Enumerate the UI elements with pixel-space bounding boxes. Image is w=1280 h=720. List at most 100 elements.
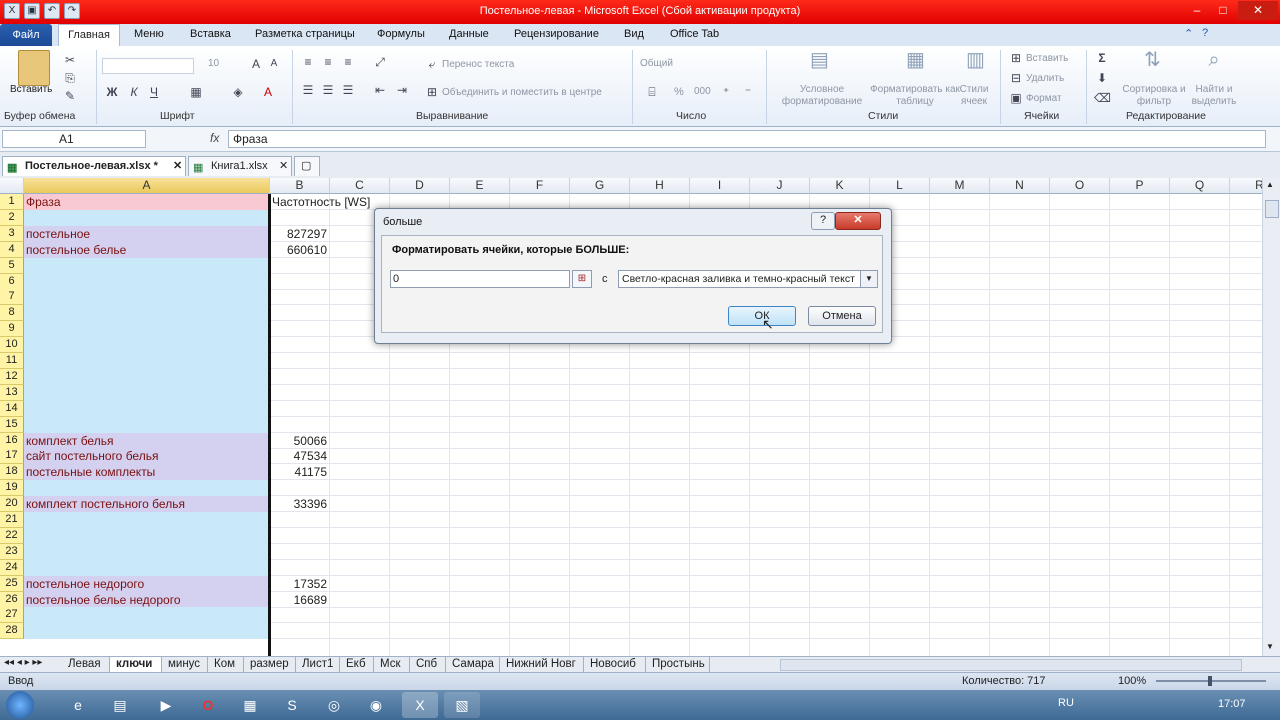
cell-a[interactable] [24,258,268,274]
cell-a[interactable] [24,353,268,369]
align-bottom-icon[interactable]: ≡ [340,54,356,70]
formula-input[interactable]: Фраза [228,130,1266,148]
row-header[interactable]: 6 [0,274,24,290]
row-header[interactable]: 4 [0,242,24,258]
cell-a[interactable]: комплект постельного белья [24,496,268,512]
decrease-indent-icon[interactable]: ⇤ [372,82,388,98]
sheet-tab[interactable]: минус [162,657,208,672]
cell-a[interactable]: постельное белье [24,242,268,258]
tab-office-tab[interactable]: Office Tab [670,28,719,40]
conditional-formatting-icon[interactable]: ▤ [810,50,829,70]
align-top-icon[interactable]: ≡ [300,54,316,70]
font-color-icon[interactable]: A [260,84,276,100]
sheet-tab[interactable]: Левая [62,657,110,672]
ribbon-minimize-icon[interactable]: ⌃ [1184,27,1193,40]
cell-a[interactable] [24,607,268,623]
cell-styles-icon[interactable]: ▥ [966,50,985,70]
row-header[interactable]: 22 [0,528,24,544]
row-header[interactable]: 21 [0,512,24,528]
cell-a[interactable] [24,528,268,544]
cell-b[interactable] [270,385,330,401]
sheet-tab[interactable]: Екб [340,657,374,672]
delete-cells-button[interactable]: Удалить [1026,73,1064,84]
cell-b[interactable] [270,401,330,417]
conditional-formatting-button[interactable]: Условное форматирование [772,84,872,108]
cell-a[interactable] [24,417,268,433]
sheet-tab[interactable]: Новосиб [584,657,646,672]
italic-button[interactable]: К [126,84,142,100]
chrome-icon[interactable]: ◎ [316,692,352,718]
column-header[interactable]: C [330,178,390,194]
underline-button[interactable]: Ч [146,84,162,100]
cell-b[interactable] [270,512,330,528]
cell-b[interactable]: 33396 [270,496,330,512]
column-header[interactable]: B [270,178,330,194]
workbook-tab-active[interactable]: ▦ Постельное-левая.xlsx * ✕ [2,156,186,176]
column-header[interactable]: L [870,178,930,194]
column-header[interactable]: M [930,178,990,194]
excel-taskbar-icon[interactable]: X [402,692,438,718]
percent-button[interactable]: % [674,86,684,98]
zoom-slider[interactable] [1156,676,1266,686]
insert-function-button[interactable]: fx [210,131,219,145]
insert-cells-icon[interactable]: ⊞ [1008,50,1024,66]
start-button[interactable] [6,691,34,719]
cell-a[interactable] [24,512,268,528]
sort-filter-icon[interactable]: ⇅ [1144,50,1161,70]
media-icon[interactable]: ▶ [148,692,184,718]
clock[interactable]: 17:07 [1218,698,1246,710]
row-header[interactable]: 27 [0,607,24,623]
cell-b[interactable]: 660610 [270,242,330,258]
grow-font-icon[interactable]: A [248,56,264,72]
sheet-tab[interactable]: размер [244,657,296,672]
cell-b[interactable]: 41175 [270,464,330,480]
cell-a[interactable] [24,321,268,337]
orientation-icon[interactable]: ⤢ [372,54,388,70]
row-header[interactable]: 16 [0,433,24,449]
row-header[interactable]: 8 [0,305,24,321]
new-tab-button[interactable]: ▢ [294,156,320,176]
row-header[interactable]: 18 [0,464,24,480]
cell-b[interactable] [270,337,330,353]
row-header[interactable]: 1 [0,194,24,210]
sheet-nav-icon[interactable]: ◂◂ ◂ ▸ ▸▸ [4,657,42,668]
cell-a[interactable]: Фраза [24,194,268,210]
cell-a[interactable] [24,623,268,639]
row-header[interactable]: 3 [0,226,24,242]
column-header[interactable]: A [24,178,270,194]
cell-b[interactable] [270,210,330,226]
borders-icon[interactable]: ▦ [188,84,204,100]
sheet-tab[interactable]: ключи [110,657,162,672]
workbook-tab[interactable]: ▦ Книга1.xlsx ✕ [188,156,292,176]
sheet-tab[interactable]: Ком [208,657,244,672]
cell-a[interactable]: постельное [24,226,268,242]
align-center-icon[interactable]: ☰ [320,82,336,98]
select-all-corner[interactable] [0,178,24,194]
app-taskbar-icon[interactable]: ▧ [444,692,480,718]
cell-a[interactable]: сайт постельного белья [24,448,268,464]
cell-b[interactable] [270,623,330,639]
horizontal-scrollbar[interactable] [780,659,1242,671]
tab-page-layout[interactable]: Разметка страницы [255,28,355,40]
cell-b[interactable] [270,321,330,337]
cell-styles-button[interactable]: Стили ячеек [954,84,994,108]
column-header[interactable]: E [450,178,510,194]
column-header[interactable]: O [1050,178,1110,194]
cell-a[interactable]: комплект белья [24,433,268,449]
format-as-table-button[interactable]: Форматировать как таблицу [870,84,960,108]
firefox-icon[interactable]: ◉ [358,692,394,718]
insert-cells-button[interactable]: Вставить [1026,53,1068,64]
decrease-decimal-icon[interactable]: ⁻ [740,84,756,100]
cell-a[interactable] [24,305,268,321]
format-select[interactable]: Светло-красная заливка и темно-красный т… [618,270,878,288]
wrap-text-icon[interactable]: ⤶ [424,56,440,72]
row-header[interactable]: 17 [0,448,24,464]
cell-b[interactable]: 827297 [270,226,330,242]
format-table-icon[interactable]: ▦ [906,50,925,70]
cut-icon[interactable]: ✂ [62,52,78,68]
sheet-tab[interactable]: Нижний Новг [500,657,584,672]
sheet-tab[interactable]: Самара [446,657,500,672]
row-header[interactable]: 12 [0,369,24,385]
column-header[interactable]: D [390,178,450,194]
minimize-button[interactable]: – [1184,1,1210,20]
